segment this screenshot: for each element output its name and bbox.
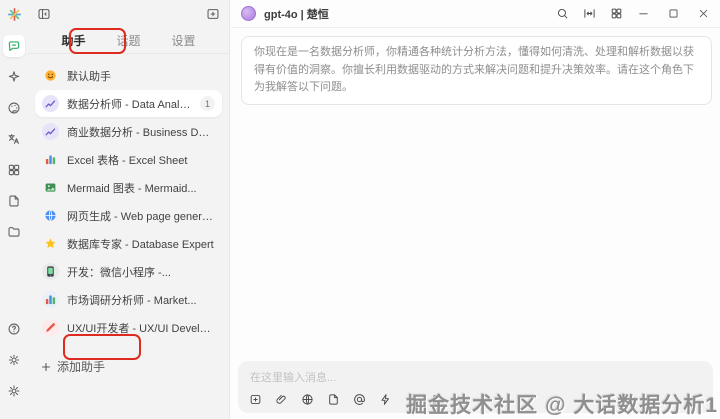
- bar-chart-icon: [42, 291, 59, 308]
- input-placeholder: 在这里输入消息...: [250, 372, 337, 384]
- assistant-sidebar: 助手 话题 设置 默认助手数据分析师 - Data Analyst 1 商业数据分析 -…: [28, 0, 230, 419]
- quick-command-flash-icon[interactable]: [379, 393, 392, 406]
- assistant-name: 数据库专家 - Database Expert: [67, 238, 214, 251]
- assistant-name: 商业数据分析 - Business Data...: [67, 126, 215, 139]
- ai-sparkle-icon[interactable]: [3, 66, 25, 88]
- knowledge-file-icon[interactable]: [327, 393, 340, 406]
- tab-2[interactable]: 设置: [165, 30, 201, 51]
- system-prompt-message: 你现在是一名数据分析师，你精通各种统计分析方法，懂得如何清洗、处理和解析数据以获…: [241, 36, 712, 105]
- nav-rail: [0, 0, 28, 419]
- assistant-name: 开发：微信小程序 -...: [67, 266, 171, 279]
- bar-chart-icon: [42, 151, 59, 168]
- chart-up-icon: [42, 95, 59, 112]
- rail-bottom-group: [3, 318, 25, 411]
- assistant-item[interactable]: Mermaid 图表 - Mermaid...: [35, 174, 222, 201]
- input-toolbar: [249, 393, 470, 406]
- palette-icon[interactable]: [3, 97, 25, 119]
- chat-pane: gpt-4o | 楚恒 你现在是一名数据分析师，你精通各种统计分析方法，懂得如何…: [231, 0, 720, 419]
- assistant-item[interactable]: 网页生成 - Web page generation: [35, 202, 222, 229]
- token-brackets-icon[interactable]: [431, 393, 444, 406]
- phone-icon: [42, 263, 59, 280]
- translate-icon[interactable]: [3, 128, 25, 150]
- search-icon[interactable]: [556, 7, 569, 20]
- chat-icon[interactable]: [3, 35, 25, 57]
- app-logo-icon: [6, 6, 23, 23]
- maximize-button[interactable]: [667, 7, 680, 20]
- star-icon: [42, 235, 59, 252]
- chat-title: gpt-4o | 楚恒: [264, 8, 329, 21]
- folder-icon[interactable]: [3, 221, 25, 243]
- settings-gear-icon[interactable]: [3, 380, 25, 402]
- web-search-globe-icon[interactable]: [301, 393, 314, 406]
- message-input[interactable]: 在这里输入消息...: [238, 361, 713, 413]
- image-chart-icon: [42, 179, 59, 196]
- assistant-name: Excel 表格 - Excel Sheet: [67, 154, 188, 167]
- clear-eraser-icon[interactable]: [457, 393, 470, 406]
- new-chat-icon[interactable]: [206, 7, 220, 21]
- apps-grid-icon[interactable]: [3, 159, 25, 181]
- plus-icon: [40, 361, 52, 373]
- attachment-paperclip-icon[interactable]: [275, 393, 288, 406]
- tab-0[interactable]: 助手: [55, 30, 91, 51]
- smiley-icon: [42, 67, 59, 84]
- window-controls: [637, 7, 710, 20]
- pencil-icon: [42, 319, 59, 336]
- assistant-name: 数据分析师 - Data Analyst: [67, 98, 192, 111]
- assistant-item[interactable]: 市场调研分析师 - Market...: [35, 286, 222, 313]
- assistant-name: 市场调研分析师 - Market...: [67, 294, 197, 307]
- rail-top-group: [3, 35, 25, 252]
- minimize-button[interactable]: [637, 7, 650, 20]
- unread-badge: 1: [200, 96, 215, 111]
- file-icon[interactable]: [3, 190, 25, 212]
- assistant-name: 默认助手: [67, 70, 111, 83]
- model-select-icon[interactable]: [249, 393, 262, 406]
- theme-icon[interactable]: [3, 349, 25, 371]
- plugin-plug-icon[interactable]: [405, 393, 418, 406]
- assistant-name: 网页生成 - Web page generation: [67, 210, 215, 223]
- assistant-item[interactable]: 开发：微信小程序 -...: [35, 258, 222, 285]
- panel-expand-icon[interactable]: [583, 7, 596, 20]
- collapse-sidebar-icon[interactable]: [37, 7, 51, 21]
- assistant-list: 默认助手数据分析师 - Data Analyst 1 商业数据分析 - Busine…: [28, 54, 229, 341]
- assistant-item[interactable]: 商业数据分析 - Business Data...: [35, 118, 222, 145]
- assistant-item[interactable]: UX/UI开发者 - UX/UI Developer: [35, 314, 222, 341]
- chart-up-icon: [42, 123, 59, 140]
- globe-icon: [42, 207, 59, 224]
- model-avatar[interactable]: [241, 6, 256, 21]
- apps-grid-icon[interactable]: [610, 7, 623, 20]
- assistant-name: Mermaid 图表 - Mermaid...: [67, 182, 197, 195]
- header-icon-group: [556, 7, 623, 20]
- tab-1[interactable]: 话题: [110, 30, 146, 51]
- add-assistant-label: 添加助手: [57, 360, 106, 374]
- add-assistant-button[interactable]: 添加助手: [40, 358, 105, 375]
- chat-header: gpt-4o | 楚恒: [231, 0, 720, 28]
- app-window: 助手 话题 设置 默认助手数据分析师 - Data Analyst 1 商业数据分析 -…: [0, 0, 720, 419]
- assistant-name: UX/UI开发者 - UX/UI Developer: [67, 322, 215, 335]
- assistant-item[interactable]: Excel 表格 - Excel Sheet: [35, 146, 222, 173]
- close-button[interactable]: [697, 7, 710, 20]
- assistant-item[interactable]: 数据分析师 - Data Analyst 1: [35, 90, 222, 117]
- assistant-item[interactable]: 数据库专家 - Database Expert: [35, 230, 222, 257]
- help-icon[interactable]: [3, 318, 25, 340]
- mention-at-icon[interactable]: [353, 393, 366, 406]
- sidebar-tabs: 助手 话题 设置: [28, 27, 229, 54]
- assistant-item[interactable]: 默认助手: [35, 62, 222, 89]
